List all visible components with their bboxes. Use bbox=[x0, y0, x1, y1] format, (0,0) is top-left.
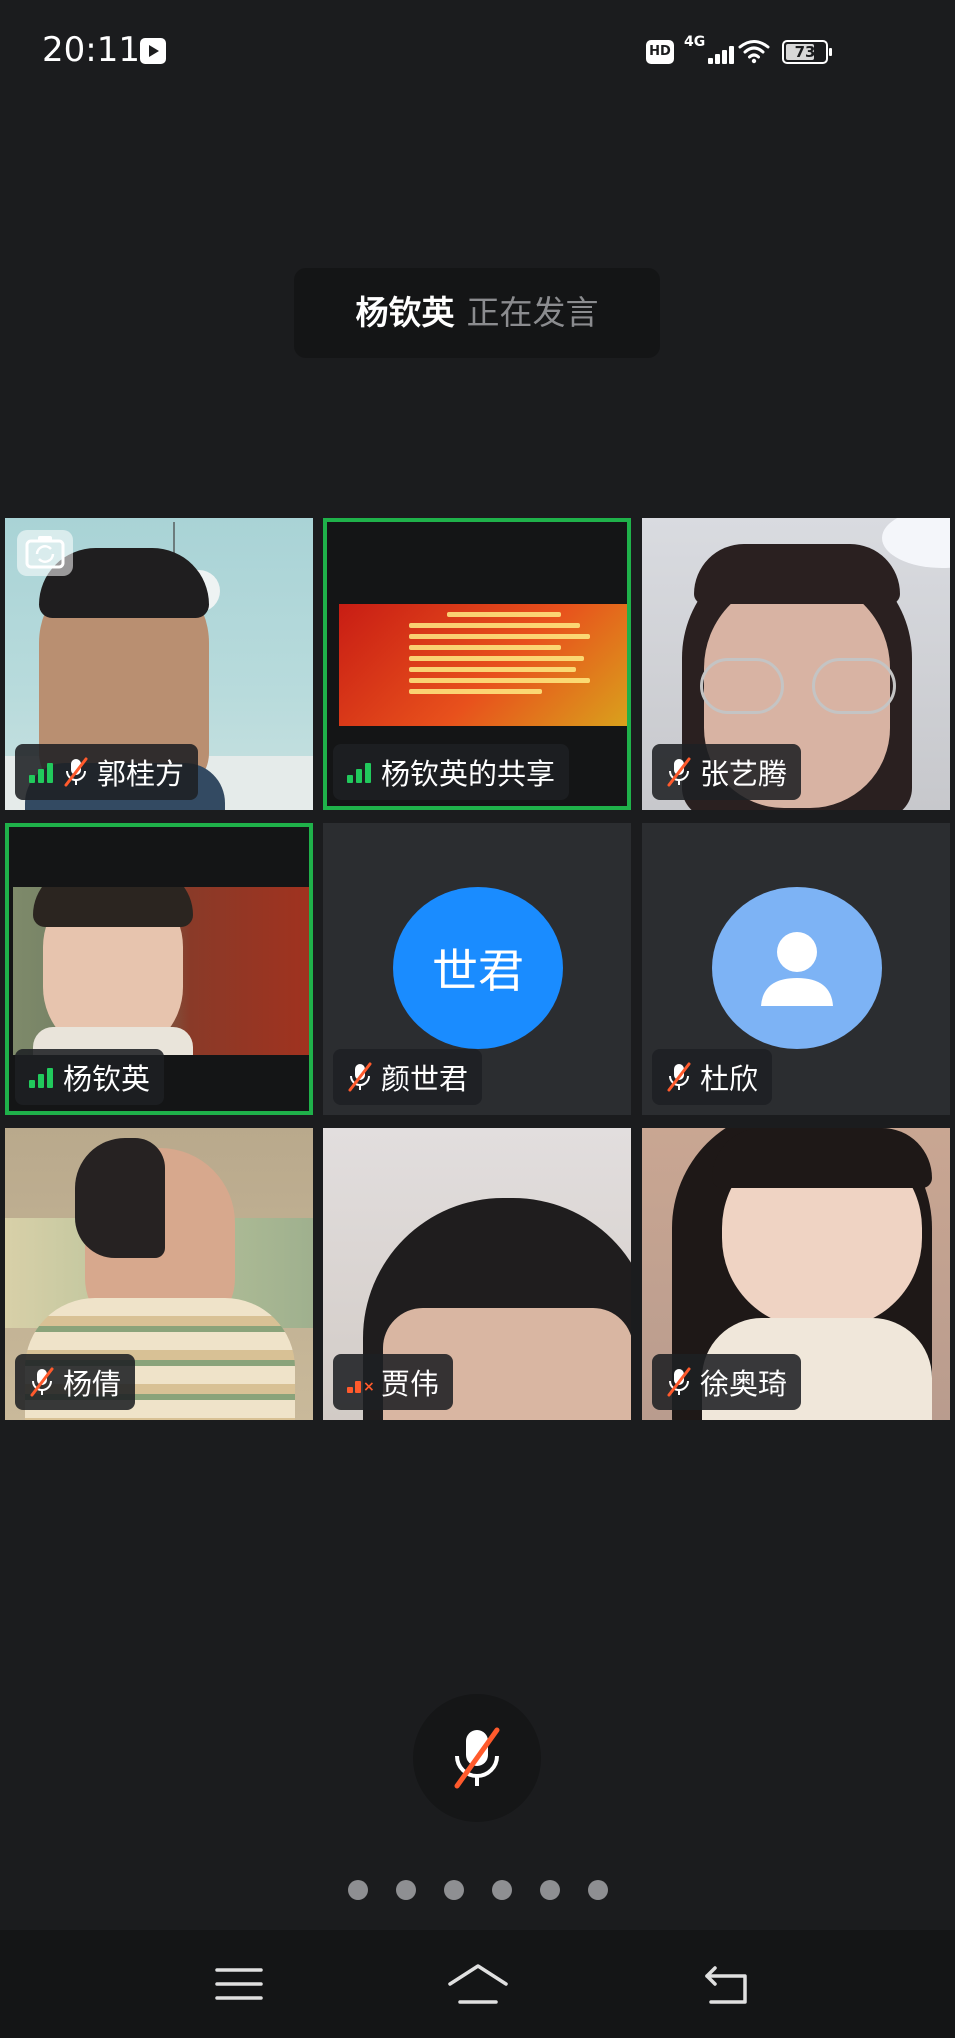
cellular-signal-icon bbox=[694, 44, 734, 64]
participant-tile-active-speaker[interactable]: 杨钦英 bbox=[5, 823, 313, 1115]
participant-name: 徐奥琦 bbox=[700, 1367, 788, 1401]
person-icon bbox=[761, 932, 833, 1006]
page-dot[interactable] bbox=[540, 1880, 560, 1900]
avatar bbox=[712, 887, 882, 1049]
system-nav-bar bbox=[0, 1930, 955, 2038]
participant-video bbox=[13, 887, 309, 1055]
app-notification-icon bbox=[140, 38, 166, 64]
page-dot[interactable] bbox=[348, 1880, 368, 1900]
participant-label: 张艺腾 bbox=[652, 744, 802, 800]
page-indicator bbox=[0, 1876, 955, 1906]
signal-good-icon bbox=[29, 761, 55, 783]
mic-off-icon bbox=[454, 1727, 500, 1789]
status-bar: 20:11 HD 4G 73 bbox=[0, 0, 955, 100]
battery-icon: 73 bbox=[782, 40, 832, 64]
page-dot[interactable] bbox=[396, 1880, 416, 1900]
participant-tile[interactable]: 杨倩 bbox=[5, 1128, 313, 1420]
active-speaker-banner: 杨钦英 正在发言 bbox=[294, 268, 660, 358]
hd-badge: HD bbox=[646, 40, 674, 64]
page-dot[interactable] bbox=[444, 1880, 464, 1900]
mic-muted-icon bbox=[348, 1062, 372, 1092]
participant-tile[interactable]: 徐奥琦 bbox=[642, 1128, 950, 1420]
mic-muted-icon bbox=[667, 1367, 691, 1397]
participant-tile[interactable]: 张艺腾 bbox=[642, 518, 950, 810]
avatar: 世君 bbox=[393, 887, 563, 1049]
status-time: 20:11 bbox=[42, 30, 140, 70]
participant-name: 张艺腾 bbox=[700, 757, 788, 791]
participant-name: 颜世君 bbox=[381, 1062, 469, 1096]
participant-name: 杨钦英的共享 bbox=[381, 757, 556, 791]
participant-name: 杜欣 bbox=[700, 1062, 759, 1096]
participant-tile[interactable]: 郭桂方 bbox=[5, 518, 313, 810]
mic-muted-icon bbox=[30, 1367, 54, 1397]
back-icon[interactable] bbox=[697, 1958, 761, 2010]
participant-tile-screen-share[interactable]: 杨钦英的共享 bbox=[323, 518, 631, 810]
camera-switch-icon bbox=[25, 536, 65, 569]
participant-label: 杨钦英 bbox=[15, 1049, 165, 1105]
shared-screen-preview bbox=[339, 604, 627, 726]
mic-muted-icon bbox=[667, 1062, 691, 1092]
camera-switch-button[interactable] bbox=[17, 530, 73, 576]
battery-level-text: 73 bbox=[794, 43, 816, 61]
active-speaker-status: 正在发言 bbox=[466, 293, 599, 332]
participant-label: 徐奥琦 bbox=[652, 1354, 802, 1410]
participant-tile[interactable]: × 贾伟 bbox=[323, 1128, 631, 1420]
participant-name: 贾伟 bbox=[381, 1367, 440, 1401]
page-dot[interactable] bbox=[588, 1880, 608, 1900]
participant-label: 郭桂方 bbox=[15, 744, 199, 800]
participant-label: × 贾伟 bbox=[333, 1354, 454, 1410]
signal-poor-icon: × bbox=[347, 1371, 375, 1395]
signal-good-icon bbox=[347, 761, 373, 783]
mic-muted-icon bbox=[64, 757, 88, 787]
menu-icon[interactable] bbox=[207, 1958, 271, 2010]
avatar-initials: 世君 bbox=[432, 944, 524, 998]
participant-label: 杨倩 bbox=[15, 1354, 136, 1410]
mic-toggle-button[interactable] bbox=[413, 1694, 541, 1822]
wifi-icon bbox=[738, 40, 770, 64]
signal-good-icon bbox=[29, 1066, 55, 1088]
active-speaker-name: 杨钦英 bbox=[355, 293, 455, 332]
participant-tile[interactable]: 世君 颜世君 bbox=[323, 823, 631, 1115]
participant-label: 杨钦英的共享 bbox=[333, 744, 570, 800]
participant-tile[interactable]: 杜欣 bbox=[642, 823, 950, 1115]
mic-muted-icon bbox=[667, 757, 691, 787]
participant-label: 颜世君 bbox=[333, 1049, 483, 1105]
participant-name: 杨钦英 bbox=[63, 1062, 151, 1096]
home-icon[interactable] bbox=[446, 1958, 510, 2010]
page-dot[interactable] bbox=[492, 1880, 512, 1900]
participant-label: 杜欣 bbox=[652, 1049, 773, 1105]
participant-name: 杨倩 bbox=[63, 1367, 122, 1401]
participant-name: 郭桂方 bbox=[97, 757, 185, 791]
